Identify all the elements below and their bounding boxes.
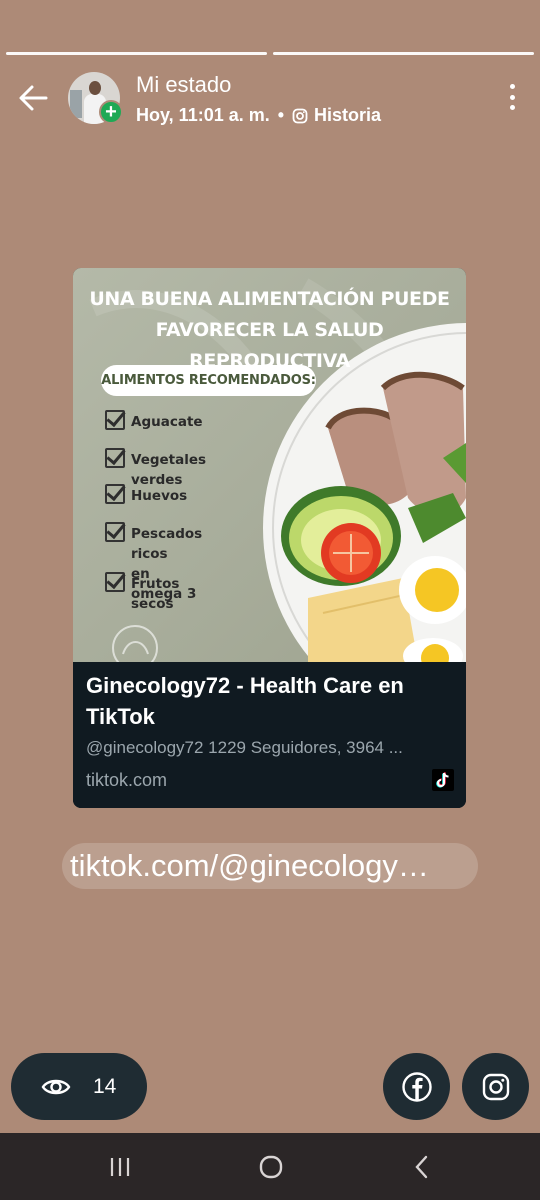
check-icon bbox=[105, 484, 125, 504]
link-preview-info[interactable]: Ginecology72 - Health Care en TikTok @gi… bbox=[73, 662, 466, 808]
back-arrow-icon bbox=[19, 85, 48, 111]
progress-segment bbox=[6, 52, 267, 55]
status-title: Mi estado bbox=[136, 72, 232, 97]
recents-icon bbox=[110, 1158, 130, 1176]
poster-headline-line1: UNA BUENA ALIMENTACIÓN PUEDE bbox=[89, 288, 450, 310]
nav-back-button[interactable] bbox=[402, 1151, 442, 1183]
status-header: + Mi estado Hoy, 11:01 a. m. • Historia bbox=[0, 70, 540, 126]
food-item: Frutos secos bbox=[105, 572, 179, 614]
link-title: Ginecology72 - Health Care en TikTok bbox=[86, 673, 404, 729]
food-item: Huevos bbox=[105, 484, 187, 506]
viewers-button[interactable]: 14 bbox=[11, 1053, 147, 1120]
home-button[interactable] bbox=[251, 1151, 291, 1183]
facebook-icon bbox=[401, 1071, 432, 1102]
food-item: Aguacate bbox=[105, 410, 203, 432]
separator-dot: • bbox=[277, 105, 285, 125]
story-progress bbox=[6, 52, 534, 55]
link-preview-image: UNA BUENA ALIMENTACIÓN PUEDE FAVORECER L… bbox=[73, 268, 466, 662]
system-nav-bar bbox=[0, 1133, 540, 1200]
check-icon bbox=[105, 572, 125, 592]
home-icon bbox=[259, 1155, 283, 1179]
tiktok-icon bbox=[432, 769, 454, 791]
progress-segment bbox=[273, 52, 534, 55]
eye-icon bbox=[41, 1079, 71, 1094]
link-description: @ginecology72 1229 Seguidores, 3964 ... bbox=[86, 738, 403, 757]
nav-back-icon bbox=[415, 1155, 428, 1179]
poster-list-title: ALIMENTOS RECOMENDADOS: bbox=[101, 365, 316, 396]
share-facebook-button[interactable] bbox=[383, 1053, 450, 1120]
link-preview-card[interactable]: UNA BUENA ALIMENTACIÓN PUEDE FAVORECER L… bbox=[73, 268, 466, 808]
instagram-icon bbox=[482, 1073, 509, 1100]
views-count: 14 bbox=[93, 1074, 117, 1098]
link-domain: tiktok.com bbox=[86, 770, 168, 790]
back-button[interactable] bbox=[16, 82, 52, 114]
poster-headline: UNA BUENA ALIMENTACIÓN PUEDE FAVORECER L… bbox=[73, 284, 466, 377]
status-time: Hoy, 11:01 a. m. bbox=[136, 105, 270, 125]
status-subtitle: Hoy, 11:01 a. m. • Historia bbox=[136, 105, 381, 126]
share-instagram-button[interactable] bbox=[462, 1053, 529, 1120]
instagram-icon bbox=[292, 108, 308, 123]
check-icon bbox=[105, 522, 125, 542]
check-icon bbox=[105, 410, 125, 430]
more-vert-icon[interactable] bbox=[506, 82, 518, 112]
recents-button[interactable] bbox=[100, 1151, 140, 1183]
check-icon bbox=[105, 448, 125, 468]
status-source: Historia bbox=[314, 105, 382, 125]
status-link-text[interactable]: tiktok.com/@ginecology… bbox=[62, 843, 478, 889]
plus-icon[interactable]: + bbox=[99, 100, 123, 124]
